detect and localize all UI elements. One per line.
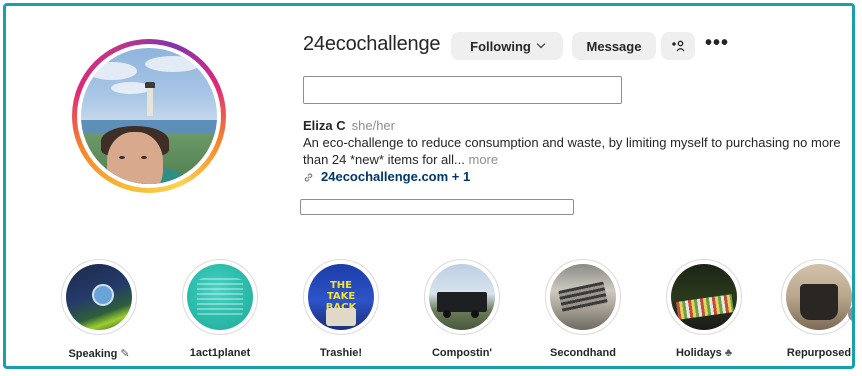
- highlight-label: Repurposed: [786, 347, 852, 359]
- highlight-cover: [429, 264, 495, 330]
- profile-avatar[interactable]: [72, 39, 226, 193]
- highlight-cover: [786, 264, 852, 330]
- following-button[interactable]: Following: [451, 32, 563, 60]
- avatar-photo: [81, 48, 217, 184]
- highlight-label: Compostin': [431, 347, 493, 359]
- highlight-label: Secondhand: [549, 347, 616, 359]
- profile-name: Eliza C: [303, 118, 346, 133]
- profile-bio: An eco-challenge to reduce consumption a…: [303, 134, 852, 168]
- highlight-cover: [671, 264, 737, 330]
- highlight-label: Holidays: [675, 347, 722, 359]
- message-label: Message: [586, 38, 642, 54]
- add-user-button[interactable]: [661, 32, 695, 60]
- pencil-icon: ✎: [120, 348, 130, 360]
- blank-field-bottom: [300, 199, 574, 215]
- profile-card: 24ecochallenge Following Message ••• Eli…: [3, 3, 855, 369]
- chevron-down-icon: [536, 39, 546, 49]
- following-label: Following: [470, 38, 531, 54]
- more-options-icon[interactable]: •••: [703, 33, 731, 57]
- profile-link[interactable]: 24ecochallenge.com + 1: [303, 169, 470, 184]
- highlight-compostin[interactable]: Compostin': [422, 259, 502, 359]
- highlight-repurposed[interactable]: Repurposed: [779, 259, 852, 359]
- highlight-cover: [187, 264, 253, 330]
- bio-more-link[interactable]: more: [468, 152, 498, 167]
- highlight-label: 1act1planet: [189, 347, 251, 359]
- highlight-speaking[interactable]: Speaking ✎: [59, 259, 139, 360]
- blank-field-top: [303, 76, 622, 104]
- bio-text: An eco-challenge to reduce consumption a…: [303, 135, 841, 167]
- message-button[interactable]: Message: [572, 32, 656, 60]
- highlight-cover: [66, 264, 132, 330]
- add-user-icon: [672, 40, 685, 52]
- profile-link-text: 24ecochallenge.com + 1: [321, 169, 471, 184]
- tree-icon: ♣: [724, 347, 733, 359]
- profile-username: 24ecochallenge: [303, 33, 441, 55]
- highlight-secondhand[interactable]: Secondhand: [543, 259, 623, 359]
- highlight-cover: [550, 264, 616, 330]
- highlight-cover: THE TAKE BACK BAG: [308, 264, 374, 330]
- highlight-holidays[interactable]: Holidays ♣: [664, 259, 744, 359]
- name-line: Eliza C she/her: [303, 118, 395, 133]
- highlight-label: Trashie!: [319, 347, 363, 359]
- profile-pronouns: she/her: [351, 118, 395, 133]
- highlight-trashie[interactable]: THE TAKE BACK BAG Trashie!: [301, 259, 381, 359]
- highlight-1act1planet[interactable]: 1act1planet: [180, 259, 260, 359]
- link-icon: [303, 171, 314, 182]
- highlight-label: Speaking: [68, 348, 118, 360]
